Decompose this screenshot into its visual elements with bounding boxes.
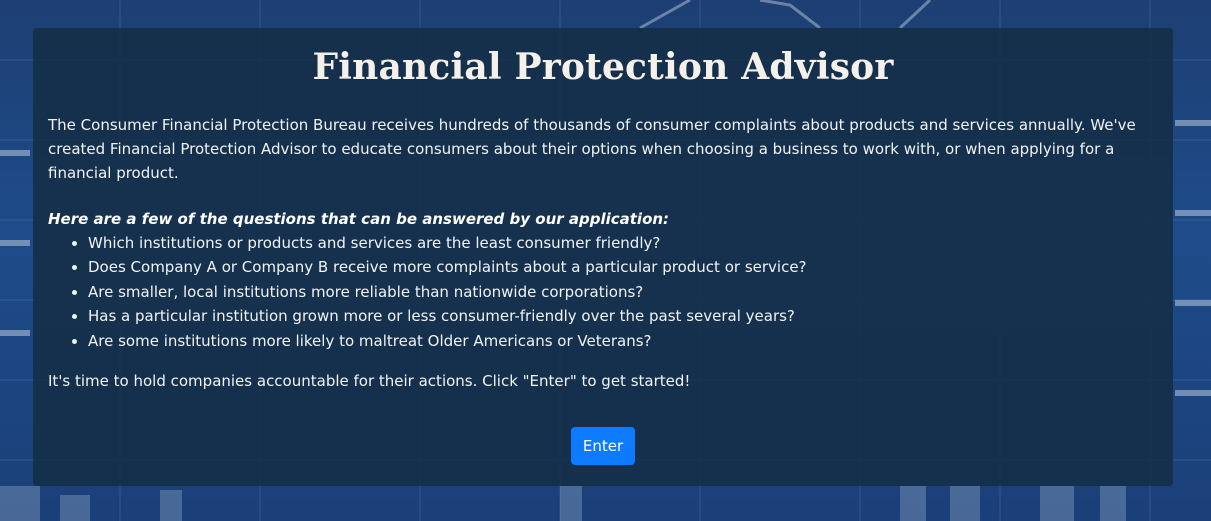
list-item: Are smaller, local institutions more rel… — [88, 280, 1158, 304]
list-item: Are some institutions more likely to mal… — [88, 329, 1158, 353]
call-to-action-text: It's time to hold companies accountable … — [48, 372, 691, 391]
intro-paragraph: The Consumer Financial Protection Bureau… — [48, 116, 1136, 182]
enter-button-container: Enter — [48, 427, 1158, 466]
list-item: Does Company A or Company B receive more… — [88, 255, 1158, 279]
list-item: Which institutions or products and servi… — [88, 231, 1158, 255]
intro-card: Financial Protection Advisor The Consume… — [33, 28, 1173, 486]
enter-button[interactable]: Enter — [570, 427, 636, 466]
page-title: Financial Protection Advisor — [312, 46, 894, 88]
list-item: Has a particular institution grown more … — [88, 304, 1158, 328]
question-list: Which institutions or products and servi… — [48, 231, 1158, 353]
questions-heading: Here are a few of the questions that can… — [48, 210, 670, 228]
